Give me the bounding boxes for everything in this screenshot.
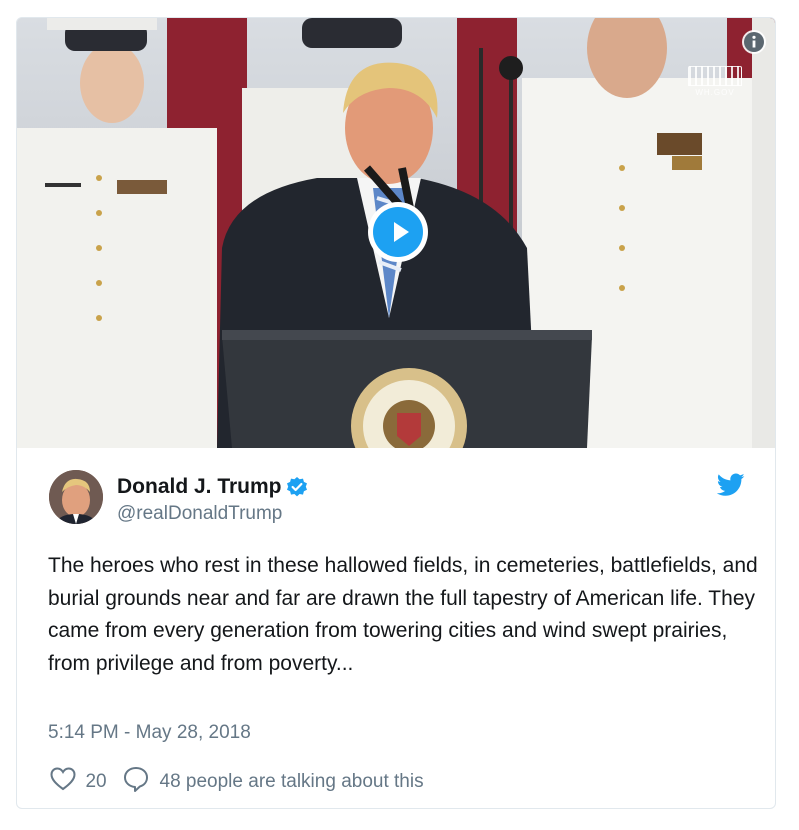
like-count: 20: [85, 770, 107, 792]
play-icon: [394, 222, 409, 242]
play-button-circle: [373, 207, 423, 257]
info-button[interactable]: [742, 30, 766, 54]
info-icon: [744, 32, 764, 52]
author-name-row: Donald J. Trump: [117, 475, 308, 503]
whitehouse-logo-icon: [688, 66, 742, 86]
twitter-logo-link[interactable]: [716, 473, 745, 502]
verified-badge-icon: [286, 477, 307, 497]
embedded-tweet-card[interactable]: WH.GOV Donald J. Trump @realDonaldTrump …: [16, 17, 776, 809]
play-button[interactable]: [368, 202, 428, 262]
twitter-bird-icon: [716, 473, 745, 496]
reply-button[interactable]: [123, 766, 149, 797]
heart-icon: [50, 767, 76, 791]
author-name[interactable]: Donald J. Trump: [117, 475, 282, 498]
video-player[interactable]: WH.GOV: [17, 18, 775, 448]
whitehouse-watermark: WH.GOV: [685, 66, 745, 97]
speech-bubble-icon: [124, 767, 149, 792]
tweet-timestamp[interactable]: 5:14 PM - May 28, 2018: [48, 722, 251, 744]
conversation-link[interactable]: 48 people are talking about this: [160, 771, 424, 793]
like-button[interactable]: [50, 767, 76, 796]
tweet-text: The heroes who rest in these hallowed fi…: [48, 554, 758, 675]
avatar[interactable]: [49, 470, 103, 524]
avatar-image: [49, 470, 103, 524]
watermark-text: WH.GOV: [695, 88, 735, 97]
tweet-actions: 20 48 people are talking about this: [50, 766, 424, 792]
author-handle[interactable]: @realDonaldTrump: [117, 503, 282, 525]
